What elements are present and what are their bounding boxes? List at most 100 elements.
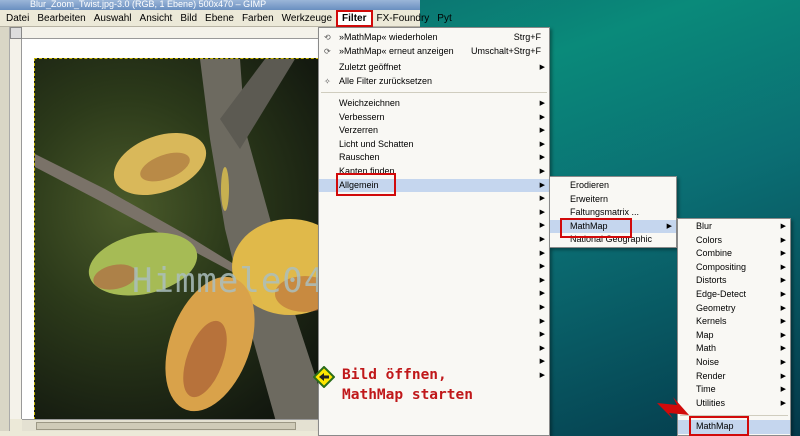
menu-item-18[interactable]: ▶ bbox=[319, 287, 549, 301]
menu-item-mm-combine[interactable]: Combine ▶ bbox=[678, 247, 790, 261]
repeat-icon: ⟲ bbox=[324, 33, 331, 42]
menu-ebene[interactable]: Ebene bbox=[201, 10, 238, 27]
menu-item-distort[interactable]: Verzerren ▶ bbox=[319, 124, 549, 138]
submenu-arrow-icon: ▶ bbox=[539, 236, 545, 243]
annotation-line-2: MathMap starten bbox=[342, 387, 473, 403]
menu-filter[interactable]: Filter bbox=[336, 9, 373, 27]
menu-item-dilate[interactable]: Erweitern bbox=[550, 193, 676, 207]
reset-icon: ✧ bbox=[324, 77, 331, 86]
menu-item-mm-compositing[interactable]: Compositing ▶ bbox=[678, 261, 790, 275]
menu-werkzeuge[interactable]: Werkzeuge bbox=[278, 10, 336, 27]
submenu-arrow-icon: ▶ bbox=[539, 140, 545, 148]
menu-item-12[interactable]: ▶ bbox=[319, 206, 549, 220]
menu-item-20[interactable]: ▶ bbox=[319, 315, 549, 329]
submenu-arrow-icon: ▶ bbox=[539, 344, 545, 352]
menubar: Datei Bearbeiten Auswahl Ansicht Bild Eb… bbox=[0, 9, 452, 27]
submenu-arrow-icon: ▶ bbox=[539, 304, 545, 311]
annotation-line-1: Bild öffnen, bbox=[342, 367, 447, 383]
menu-python[interactable]: Pyt bbox=[433, 10, 455, 27]
vertical-ruler[interactable] bbox=[10, 39, 22, 419]
submenu-arrow-icon: ▶ bbox=[539, 317, 545, 325]
menu-item-17[interactable]: ▶ bbox=[319, 274, 549, 288]
annotation-text: Bild öffnen, MathMap starten bbox=[342, 365, 473, 405]
scrollbar-thumb[interactable] bbox=[36, 422, 296, 430]
submenu-arrow-icon: ▶ bbox=[539, 181, 545, 189]
submenu-arrow-icon: ▶ bbox=[539, 208, 545, 216]
menu-item-repeat-mathmap[interactable]: ⟲ »MathMap« wiederholen Strg+F bbox=[319, 31, 549, 45]
menu-item-mm-blur[interactable]: Blur ▶ bbox=[678, 220, 790, 234]
menu-item-noise[interactable]: Rauschen ▶ bbox=[319, 151, 549, 165]
submenu-arrow-icon: ▶ bbox=[539, 195, 545, 203]
submenu-arrow-icon: ▶ bbox=[780, 236, 786, 244]
submenu-arrow-icon: ▶ bbox=[539, 358, 545, 366]
menu-item-mm-colors[interactable]: Colors ▶ bbox=[678, 234, 790, 248]
submenu-arrow-icon: ▶ bbox=[539, 127, 545, 135]
image-canvas[interactable] bbox=[34, 58, 344, 435]
menu-item-mm-kernels[interactable]: Kernels ▶ bbox=[678, 315, 790, 329]
menu-item-light-shadow[interactable]: Licht und Schatten ▶ bbox=[319, 138, 549, 152]
leaf-photo bbox=[35, 59, 343, 434]
submenu-arrow-icon: ▶ bbox=[780, 223, 786, 230]
menu-item-19[interactable]: ▶ bbox=[319, 301, 549, 315]
menu-item-mm-map[interactable]: Map ▶ bbox=[678, 329, 790, 343]
menu-bearbeiten[interactable]: Bearbeiten bbox=[33, 10, 89, 27]
submenu-arrow-icon: ▶ bbox=[780, 304, 786, 312]
submenu-arrow-icon: ▶ bbox=[539, 276, 545, 284]
submenu-arrow-icon: ▶ bbox=[539, 331, 545, 339]
menu-ansicht[interactable]: Ansicht bbox=[136, 10, 177, 27]
submenu-arrow-icon: ▶ bbox=[539, 263, 545, 271]
highlight-mathmap-item bbox=[689, 416, 749, 436]
menu-item-mm-edge-detect[interactable]: Edge-Detect ▶ bbox=[678, 288, 790, 302]
window-title: Blur_Zoom_Twist.jpg-3.0 (RGB, 1 Ebene) 5… bbox=[30, 0, 267, 9]
window-titlebar: Blur_Zoom_Twist.jpg-3.0 (RGB, 1 Ebene) 5… bbox=[0, 0, 420, 10]
submenu-arrow-icon: ▶ bbox=[780, 331, 786, 339]
menu-item-enhance[interactable]: Verbessern ▶ bbox=[319, 111, 549, 125]
menu-item-15[interactable]: ▶ bbox=[319, 247, 549, 261]
menu-item-14[interactable]: ▶ bbox=[319, 233, 549, 247]
submenu-arrow-icon: ▶ bbox=[780, 291, 786, 298]
menu-datei[interactable]: Datei bbox=[2, 10, 33, 27]
menu-item-21[interactable]: ▶ bbox=[319, 328, 549, 342]
menu-item-reset-filters[interactable]: ✧ Alle Filter zurücksetzen bbox=[319, 75, 549, 89]
submenu-arrow-icon: ▶ bbox=[780, 372, 786, 380]
menu-item-mm-utilities[interactable]: Utilities ▶ bbox=[678, 397, 790, 411]
menu-item-mm-render[interactable]: Render ▶ bbox=[678, 370, 790, 384]
highlight-mathmap-submenu bbox=[560, 218, 632, 238]
pointer-arrow-icon bbox=[657, 397, 689, 419]
back-arrow-icon bbox=[313, 366, 335, 388]
menu-item-mm-noise[interactable]: Noise ▶ bbox=[678, 356, 790, 370]
menu-item-13[interactable]: ▶ bbox=[319, 219, 549, 233]
toolbox-edge bbox=[0, 27, 10, 436]
highlight-allgemein bbox=[336, 173, 396, 196]
menu-auswahl[interactable]: Auswahl bbox=[90, 10, 136, 27]
menu-separator bbox=[321, 92, 547, 93]
menu-item-mm-distorts[interactable]: Distorts ▶ bbox=[678, 274, 790, 288]
submenu-arrow-icon: ▶ bbox=[539, 222, 545, 230]
submenu-arrow-icon: ▶ bbox=[539, 113, 545, 121]
menu-item-16[interactable]: ▶ bbox=[319, 260, 549, 274]
menu-fx-foundry[interactable]: FX-Foundry bbox=[373, 10, 434, 27]
quick-mask-button[interactable] bbox=[10, 27, 22, 39]
menu-item-blur[interactable]: Weichzeichnen ▶ bbox=[319, 97, 549, 111]
menu-item-recent[interactable]: Zuletzt geöffnet ▶ bbox=[319, 61, 549, 75]
submenu-arrow-icon: ▶ bbox=[539, 168, 545, 175]
menu-item-erode[interactable]: Erodieren bbox=[550, 179, 676, 193]
menu-farben[interactable]: Farben bbox=[238, 10, 278, 27]
submenu-arrow-icon: ▶ bbox=[539, 290, 545, 298]
menu-item-reshow-mathmap[interactable]: ⟳ »MathMap« erneut anzeigen Umschalt+Str… bbox=[319, 45, 549, 59]
reshow-icon: ⟳ bbox=[324, 47, 331, 56]
submenu-arrow-icon: ▶ bbox=[539, 154, 545, 162]
menu-item-22[interactable]: ▶ bbox=[319, 342, 549, 356]
submenu-arrow-icon: ▶ bbox=[780, 345, 786, 353]
submenu-arrow-icon: ▶ bbox=[780, 359, 786, 366]
menu-item-mm-math[interactable]: Math ▶ bbox=[678, 342, 790, 356]
mathmap-submenu: Blur ▶ Colors ▶ Combine ▶ Compositing ▶ Dist… bbox=[677, 218, 791, 436]
menu-bild[interactable]: Bild bbox=[176, 10, 201, 27]
menu-item-mm-time[interactable]: Time ▶ bbox=[678, 383, 790, 397]
submenu-arrow-icon: ▶ bbox=[539, 372, 545, 379]
submenu-arrow-icon: ▶ bbox=[780, 399, 786, 407]
submenu-arrow-icon: ▶ bbox=[780, 318, 786, 326]
submenu-arrow-icon: ▶ bbox=[666, 222, 672, 230]
menu-item-mm-geometry[interactable]: Geometry ▶ bbox=[678, 302, 790, 316]
submenu-arrow-icon: ▶ bbox=[539, 100, 545, 107]
